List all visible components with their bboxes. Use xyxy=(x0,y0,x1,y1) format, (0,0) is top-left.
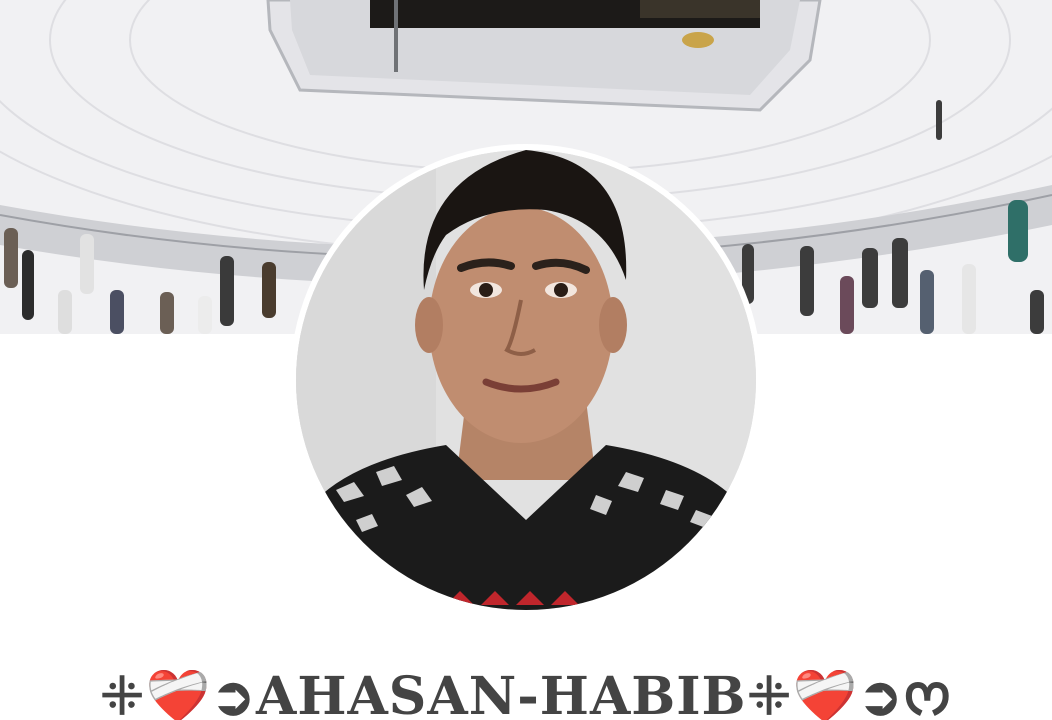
profile-name: ꔰ❤️‍🩹➲AHASAN-HABIBꔰ❤️‍🩹➲ᰔ xyxy=(99,666,953,720)
profile-name-row: ꔰ❤️‍🩹➲AHASAN-HABIBꔰ❤️‍🩹➲ᰔ xyxy=(0,652,1052,720)
profile-photo[interactable] xyxy=(296,150,756,610)
